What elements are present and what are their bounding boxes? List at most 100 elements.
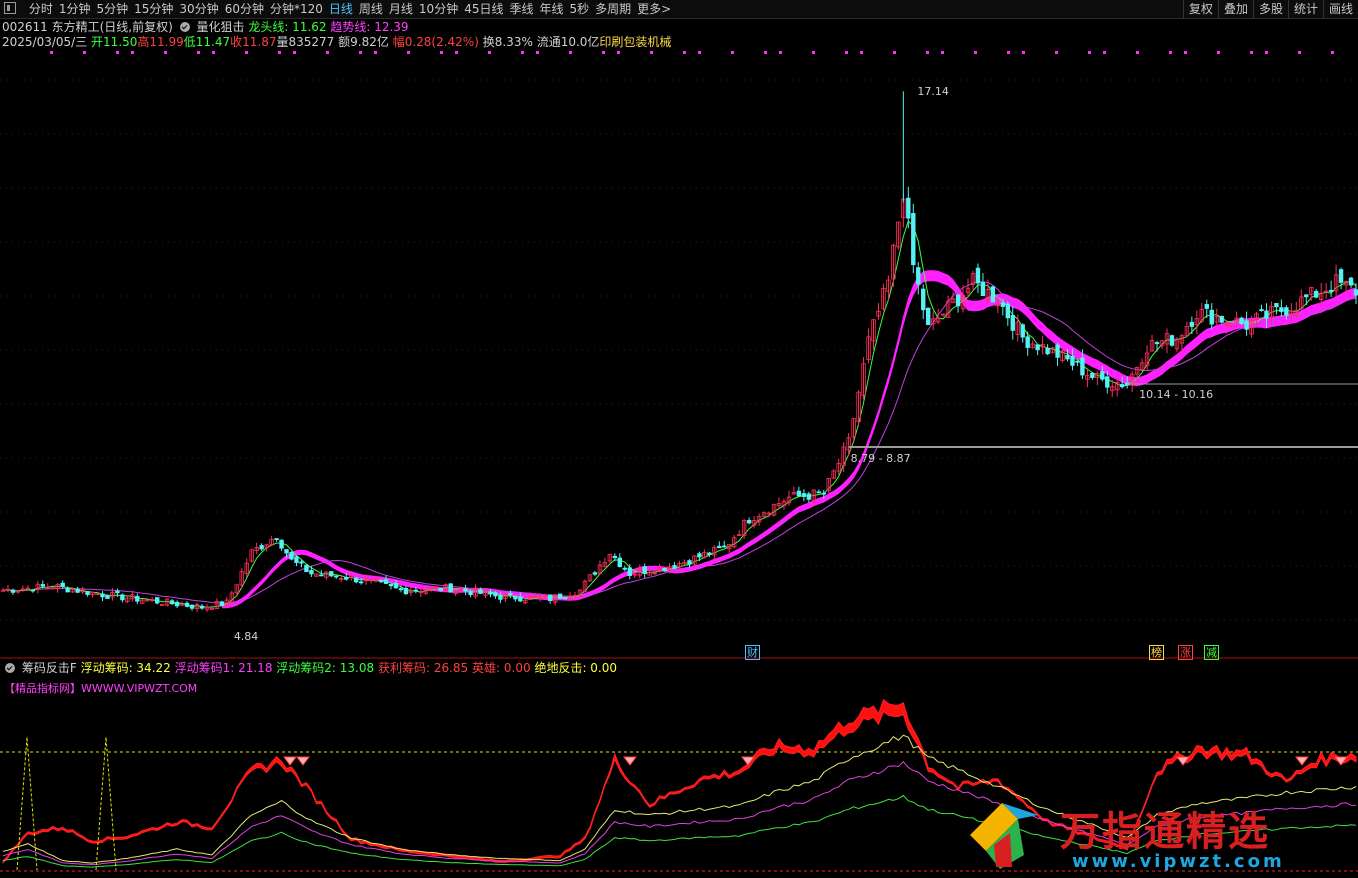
signal-marker bbox=[1103, 51, 1106, 54]
candle bbox=[1045, 348, 1050, 355]
candle bbox=[105, 594, 110, 599]
candle bbox=[557, 593, 563, 599]
candle bbox=[622, 567, 627, 570]
candle bbox=[687, 560, 692, 565]
indicator-v4: 获利筹码: 26.85 bbox=[377, 661, 469, 675]
candle bbox=[796, 490, 802, 497]
signal-marker bbox=[1136, 51, 1139, 54]
signal-marker bbox=[1298, 51, 1301, 54]
signal-marker bbox=[83, 51, 86, 54]
candle bbox=[358, 581, 364, 584]
signal-marker bbox=[1265, 51, 1268, 54]
signal-marker bbox=[245, 51, 248, 54]
signal-marker bbox=[602, 51, 605, 54]
candle bbox=[199, 605, 205, 609]
candle bbox=[299, 561, 304, 564]
signal-marker bbox=[293, 51, 296, 54]
event-tag-2[interactable]: 涨 bbox=[1178, 645, 1193, 660]
candle bbox=[1035, 344, 1040, 351]
candle bbox=[697, 553, 702, 558]
signal-marker bbox=[116, 51, 119, 54]
candle bbox=[1154, 342, 1160, 345]
signal-marker bbox=[197, 51, 200, 54]
candle bbox=[1105, 376, 1110, 388]
candle bbox=[746, 519, 752, 524]
candle bbox=[294, 556, 299, 563]
candle bbox=[1314, 290, 1319, 298]
candle bbox=[378, 580, 384, 583]
candle bbox=[1204, 304, 1209, 309]
candle bbox=[1020, 324, 1025, 338]
signal-marker bbox=[698, 51, 701, 54]
candle bbox=[1353, 289, 1358, 296]
signal-marker bbox=[278, 51, 281, 54]
indicator-v1: 浮动筹码: 34.22 bbox=[80, 661, 171, 675]
signal-marker bbox=[212, 51, 215, 54]
candle bbox=[1169, 335, 1175, 346]
candle bbox=[388, 584, 394, 587]
event-tag-1[interactable]: 榜 bbox=[1149, 645, 1164, 660]
candle bbox=[85, 591, 90, 595]
signal-marker bbox=[488, 51, 491, 54]
signal-marker bbox=[50, 51, 53, 54]
candle bbox=[816, 491, 821, 494]
candle bbox=[562, 597, 568, 600]
candle bbox=[612, 555, 618, 559]
candle bbox=[1055, 344, 1060, 358]
candle bbox=[906, 197, 911, 219]
event-tag-3[interactable]: 减 bbox=[1204, 645, 1219, 660]
indicator-v2: 浮动筹码1: 21.18 bbox=[174, 661, 273, 675]
candle bbox=[1259, 309, 1264, 312]
event-tag-0[interactable]: 财 bbox=[745, 645, 760, 660]
candle bbox=[329, 571, 334, 577]
signal-marker bbox=[779, 51, 782, 54]
candle bbox=[1100, 371, 1105, 380]
candle bbox=[115, 590, 120, 594]
signal-marker bbox=[521, 51, 524, 54]
candle bbox=[488, 592, 493, 595]
candle bbox=[403, 587, 409, 595]
signal-marker bbox=[407, 51, 410, 54]
indicator-source[interactable]: 【精品指标网】WWWW.VIPWZT.COM bbox=[4, 680, 197, 696]
candle bbox=[1070, 355, 1075, 366]
candle bbox=[617, 557, 623, 568]
price-chart[interactable]: 17.14 4.84 8.79 - 8.87 10.14 - 10.16 bbox=[0, 0, 1358, 878]
candle bbox=[592, 572, 598, 575]
signal-marker bbox=[731, 51, 734, 54]
candle bbox=[518, 596, 523, 602]
candle bbox=[1284, 307, 1289, 316]
candle bbox=[1328, 289, 1334, 292]
candle bbox=[75, 588, 80, 593]
signal-marker bbox=[764, 51, 767, 54]
candle bbox=[344, 577, 349, 580]
signal-marker bbox=[650, 51, 653, 54]
diamond-signal-icon bbox=[1295, 756, 1309, 766]
candle bbox=[284, 549, 289, 554]
signal-marker bbox=[812, 51, 815, 54]
candle bbox=[1090, 372, 1095, 379]
signal-marker bbox=[1331, 51, 1334, 54]
candle bbox=[289, 552, 294, 560]
candle bbox=[353, 577, 359, 583]
candle bbox=[707, 552, 712, 556]
candle bbox=[1025, 336, 1030, 348]
signal-marker bbox=[374, 51, 377, 54]
candle bbox=[1244, 320, 1249, 330]
candle bbox=[184, 602, 190, 607]
candle bbox=[219, 601, 225, 607]
signal-marker bbox=[1184, 51, 1187, 54]
candle bbox=[334, 575, 339, 578]
price-label: 4.84 bbox=[234, 630, 258, 643]
signal-marker bbox=[926, 51, 929, 54]
indicator-toggle-icon[interactable] bbox=[5, 663, 15, 673]
signal-marker bbox=[1217, 51, 1220, 54]
signal-marker bbox=[131, 51, 134, 54]
signal-marker bbox=[683, 51, 686, 54]
signal-marker bbox=[1088, 51, 1091, 54]
candle bbox=[30, 589, 36, 592]
candle bbox=[259, 545, 264, 550]
candle bbox=[1120, 384, 1125, 388]
candle bbox=[174, 601, 180, 607]
candle bbox=[155, 597, 160, 604]
candle bbox=[990, 286, 996, 303]
